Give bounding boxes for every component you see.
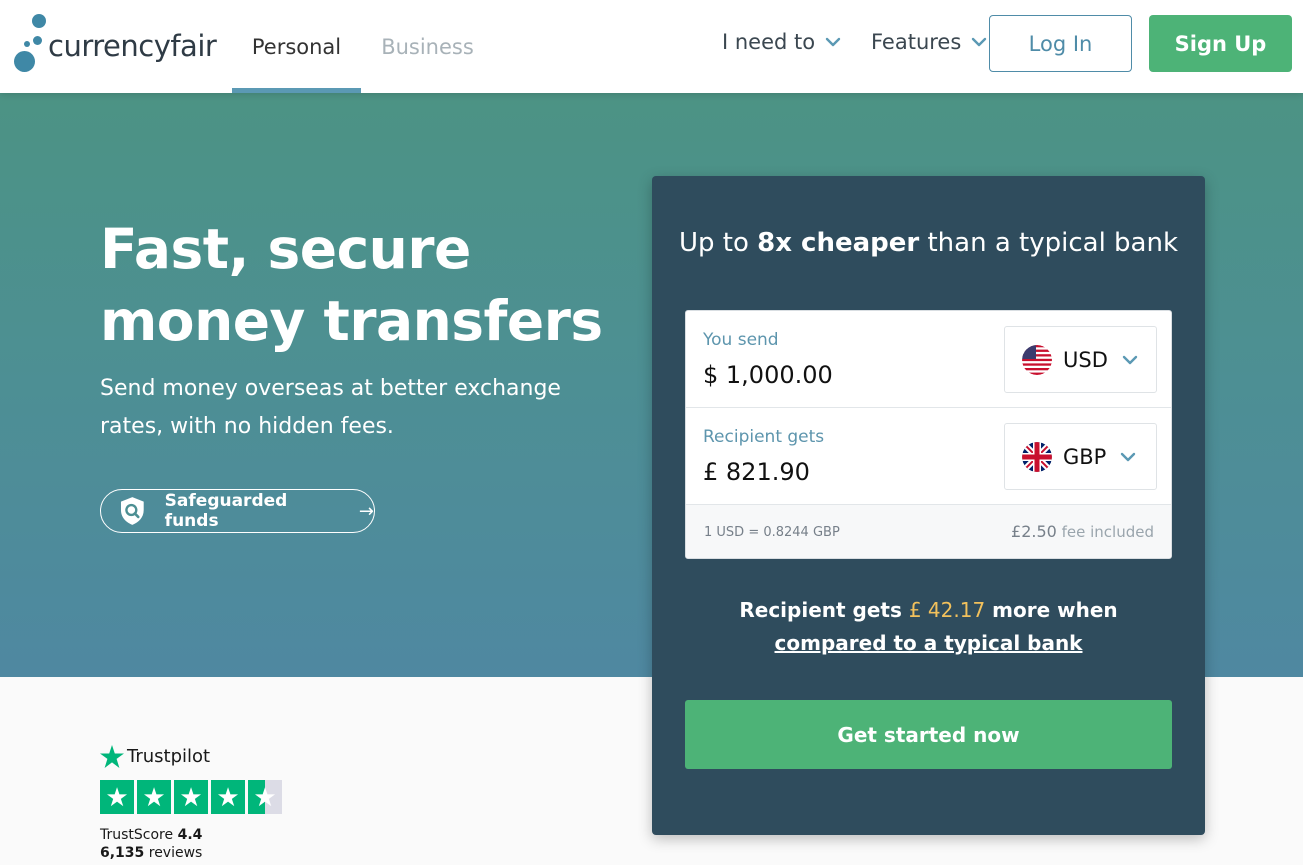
tab-personal-label: Personal: [251, 34, 342, 59]
receive-row: Recipient gets £ 821.90 GBP: [686, 408, 1171, 505]
safeguarded-funds-button[interactable]: Safeguarded funds →: [100, 489, 375, 533]
calculator-box: You send $ 1,000.00 USD Recipient gets £…: [685, 310, 1172, 559]
fee-text: fee included: [1061, 523, 1154, 541]
tab-business-label: Business: [381, 34, 474, 59]
tab-personal[interactable]: Personal: [232, 0, 361, 93]
star-icon: ★: [137, 780, 171, 814]
star-icon: ★: [211, 780, 245, 814]
menu-i-need-to-label: I need to: [722, 30, 816, 54]
hero-title: Fast, secure money transfers: [100, 217, 603, 353]
send-label: You send: [703, 330, 779, 350]
receive-label: Recipient gets: [703, 427, 825, 447]
fee-amount: £2.50: [1011, 522, 1057, 541]
trustpilot-label: Trustpilot: [127, 746, 211, 767]
chevron-down-icon: [1122, 355, 1138, 364]
send-amount-input[interactable]: $ 1,000.00: [703, 361, 833, 389]
signup-button[interactable]: Sign Up: [1149, 15, 1292, 72]
send-currency-select[interactable]: USD: [1004, 326, 1157, 393]
login-button[interactable]: Log In: [989, 15, 1132, 72]
tab-business[interactable]: Business: [370, 0, 485, 93]
shield-icon: [120, 497, 144, 525]
trustscore-label: TrustScore: [100, 827, 174, 843]
star-icon: ★: [174, 780, 208, 814]
trustpilot-star-icon: [100, 745, 124, 768]
menu-i-need-to[interactable]: I need to: [722, 30, 841, 54]
logo-dots-icon: [12, 14, 48, 74]
compare-bank-link[interactable]: compared to a typical bank: [775, 631, 1083, 655]
exchange-rate: 1 USD = 0.8244 GBP: [704, 525, 840, 540]
calculator-heading: Up to 8x cheaper than a typical bank: [652, 228, 1205, 258]
transfer-calculator-card: Up to 8x cheaper than a typical bank You…: [652, 176, 1205, 835]
savings-mid: more when: [985, 598, 1118, 622]
heading-bold: 8x cheaper: [757, 228, 920, 258]
chevron-down-icon: [825, 37, 841, 47]
send-currency-code: USD: [1063, 347, 1108, 372]
half-star-icon: ★: [248, 780, 282, 814]
trustpilot-brand[interactable]: Trustpilot: [100, 745, 210, 768]
fee-info: £2.50 fee included: [1011, 522, 1154, 541]
menu-features[interactable]: Features: [871, 30, 987, 54]
menu-features-label: Features: [871, 30, 962, 54]
savings-message: Recipient gets £ 42.17 more when compare…: [682, 594, 1175, 660]
receive-currency-select[interactable]: GBP: [1004, 423, 1157, 490]
trustpilot-rating-stars: ★ ★ ★ ★ ★: [100, 780, 282, 814]
heading-pre: Up to: [678, 228, 758, 258]
star-icon: ★: [100, 780, 134, 814]
currencyfair-logo[interactable]: currencyfair: [12, 14, 217, 74]
us-flag-icon: [1022, 344, 1052, 375]
reviews-label: reviews: [148, 845, 203, 861]
trustscore: TrustScore 4.4 6,135 reviews: [100, 826, 202, 862]
site-header: currencyfair Personal Business I need to…: [0, 0, 1303, 93]
receive-amount-input[interactable]: £ 821.90: [703, 458, 810, 486]
logo-text: currencyfair: [48, 29, 217, 63]
rate-footer: 1 USD = 0.8244 GBP £2.50 fee included: [686, 505, 1171, 558]
hero-subtitle: Send money overseas at better exchange r…: [100, 376, 561, 439]
arrow-right-icon: →: [358, 500, 374, 522]
chevron-down-icon: [972, 37, 987, 47]
receive-currency-code: GBP: [1063, 444, 1107, 469]
send-row: You send $ 1,000.00 USD: [686, 311, 1171, 408]
safeguarded-funds-label: Safeguarded funds: [164, 491, 288, 531]
savings-pre: Recipient gets: [739, 598, 909, 622]
chevron-down-icon: [1121, 452, 1136, 461]
uk-flag-icon: [1022, 441, 1052, 472]
savings-amount: £ 42.17: [908, 598, 986, 622]
trustscore-value: 4.4: [177, 827, 203, 843]
get-started-button[interactable]: Get started now: [685, 700, 1172, 769]
reviews-count: 6,135: [100, 845, 145, 861]
heading-post: than a typical bank: [919, 228, 1179, 258]
